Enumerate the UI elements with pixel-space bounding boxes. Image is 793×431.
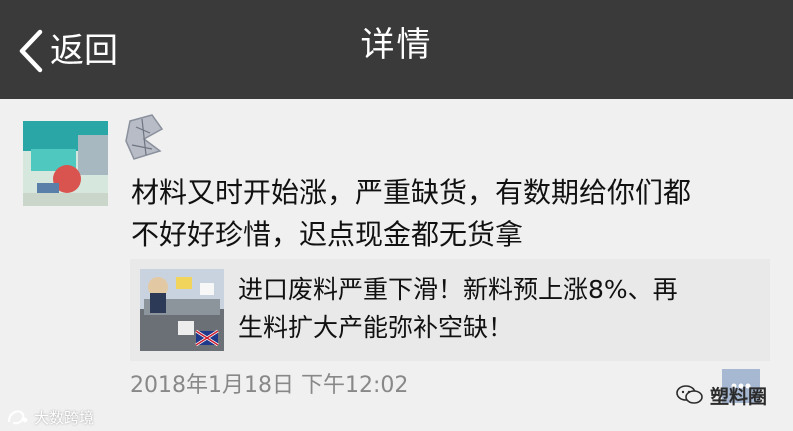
post-text-line: 不好好珍惜，迟点现金都无货拿: [131, 218, 524, 251]
wechat-logo-icon: [676, 385, 703, 404]
avatar[interactable]: [23, 121, 108, 206]
shared-link-card[interactable]: 进口废料严重下滑！新料预上涨8%、再 生料扩大产能弥补空缺！: [130, 259, 770, 361]
post-timestamp: 2018年1月18日 下午12:02: [130, 373, 409, 398]
post-text-line: 材料又时开始涨，严重缺货，有数期给你们都: [131, 176, 692, 209]
brand-logo-icon: [7, 410, 28, 425]
watermark-left: 大数跨境: [6, 405, 94, 429]
article-title-line: 生料扩大产能弥补空缺！: [238, 313, 514, 342]
article-thumbnail: [140, 269, 224, 351]
moments-post: 材料又时开始涨，严重缺货，有数期给你们都 不好好珍惜，迟点现金都无货拿 进口废料…: [0, 99, 793, 431]
post-text: 材料又时开始涨，严重缺货，有数期给你们都 不好好珍惜，迟点现金都无货拿: [131, 172, 781, 256]
article-title: 进口废料严重下滑！新料预上涨8%、再 生料扩大产能弥补空缺！: [238, 271, 758, 347]
watermark-right-text: 塑料圈: [710, 385, 768, 408]
article-title-line: 进口废料严重下滑！新料预上涨8%、再: [238, 275, 678, 304]
nav-bar: 返回 详情: [0, 0, 793, 99]
page-title: 详情: [360, 25, 433, 65]
watermark-left-text: 大数跨境: [34, 408, 95, 427]
nickname-image[interactable]: [122, 111, 168, 163]
watermark-right: 塑料圈: [676, 381, 767, 409]
avatar-image: [23, 121, 108, 206]
